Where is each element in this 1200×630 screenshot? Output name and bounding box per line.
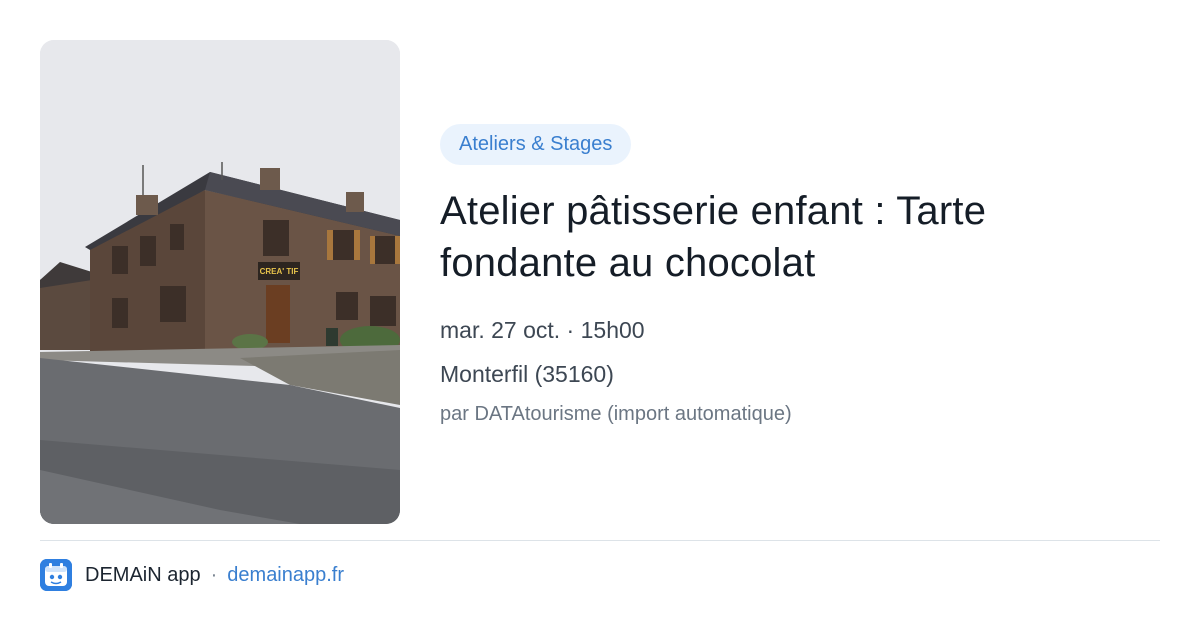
footer-divider	[40, 540, 1160, 541]
footer: DEMAiN app · demainapp.fr	[40, 558, 344, 592]
shop-sign-text: CREA' TIF	[260, 267, 299, 276]
app-url-link[interactable]: demainapp.fr	[227, 564, 344, 587]
event-source: par DATAtourisme (import automatique)	[440, 403, 792, 425]
event-location: Monterfil (35160)	[440, 361, 614, 387]
stone-house-photo: CREA' TIF	[40, 40, 400, 524]
category-badge[interactable]: Ateliers & Stages	[440, 124, 632, 165]
footer-separator: ·	[210, 563, 218, 586]
app-logo-icon	[40, 559, 72, 591]
event-title: Atelier pâtisserie enfant : Tarte fondan…	[440, 189, 987, 285]
event-datetime: mar. 27 oct. · 15h00	[440, 317, 645, 343]
event-info: Ateliers & Stages Atelier pâtisserie enf…	[440, 124, 1160, 427]
event-photo: CREA' TIF	[40, 40, 400, 524]
app-name: DEMAiN app	[85, 563, 201, 586]
